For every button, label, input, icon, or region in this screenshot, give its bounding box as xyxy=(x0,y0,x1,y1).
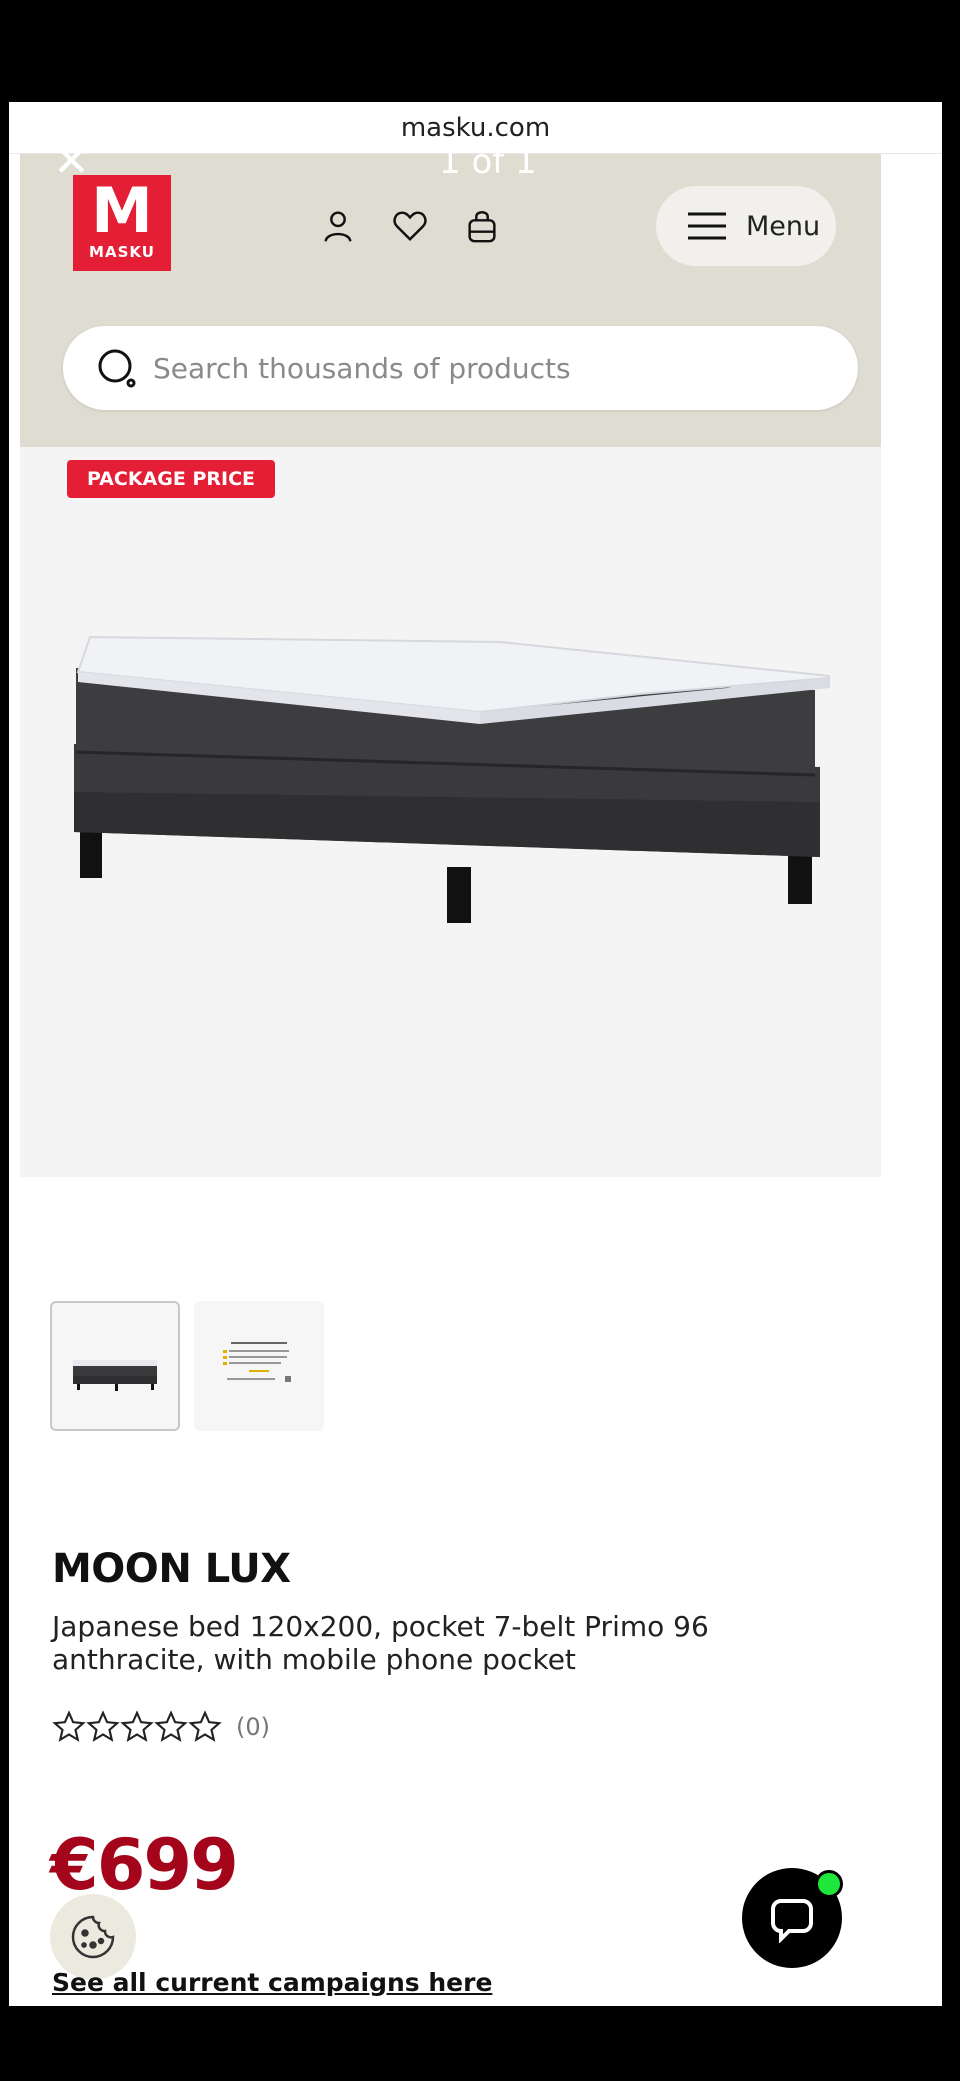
logo-text: MASKU xyxy=(89,243,155,261)
wishlist-icon[interactable] xyxy=(388,204,432,248)
menu-label: Menu xyxy=(746,210,821,242)
rating-stars[interactable]: (0) xyxy=(52,1710,270,1744)
thumbnail-strip xyxy=(50,1301,324,1431)
chat-online-indicator xyxy=(815,1870,843,1898)
star-empty-icon xyxy=(188,1710,222,1742)
hamburger-icon xyxy=(688,212,726,240)
star-empty-icon xyxy=(52,1710,86,1742)
image-counter: 1 of 1 xyxy=(439,142,537,182)
product-price: €699 xyxy=(50,1824,239,1906)
star-empty-icon xyxy=(154,1710,188,1742)
menu-button[interactable]: Menu xyxy=(656,186,836,266)
cart-icon[interactable] xyxy=(460,204,504,248)
search-icon xyxy=(98,349,136,388)
browser-viewport: masku.com M MASKU Menu Search thousands … xyxy=(9,102,942,2006)
close-icon[interactable]: ✕ xyxy=(53,140,97,184)
status-bar-area xyxy=(0,0,960,102)
bottom-bar-area xyxy=(0,2006,960,2081)
account-icon[interactable] xyxy=(316,204,360,248)
thumbnail-info[interactable] xyxy=(194,1301,324,1431)
search-input[interactable]: Search thousands of products xyxy=(63,326,858,410)
chat-bubble-icon xyxy=(771,1899,813,1943)
thumbnail-bed[interactable] xyxy=(50,1301,180,1431)
campaigns-link[interactable]: See all current campaigns here xyxy=(52,1968,492,1997)
star-empty-icon xyxy=(120,1710,154,1742)
logo-letter: M xyxy=(91,174,153,247)
review-count: (0) xyxy=(236,1713,270,1741)
product-image-gallery[interactable]: PACKAGE PRICE xyxy=(20,447,881,1177)
search-placeholder: Search thousands of products xyxy=(153,351,571,385)
star-empty-icon xyxy=(86,1710,120,1742)
site-header: M MASKU Menu Search thousands of product… xyxy=(20,154,881,447)
package-price-badge: PACKAGE PRICE xyxy=(67,460,275,498)
url-text: masku.com xyxy=(400,112,551,143)
masku-logo[interactable]: M MASKU xyxy=(73,175,171,271)
cookie-icon xyxy=(71,1915,115,1959)
product-image-bed xyxy=(74,635,830,923)
product-brand: MOON LUX xyxy=(52,1546,291,1592)
product-description: Japanese bed 120x200, pocket 7-belt Prim… xyxy=(52,1610,709,1676)
